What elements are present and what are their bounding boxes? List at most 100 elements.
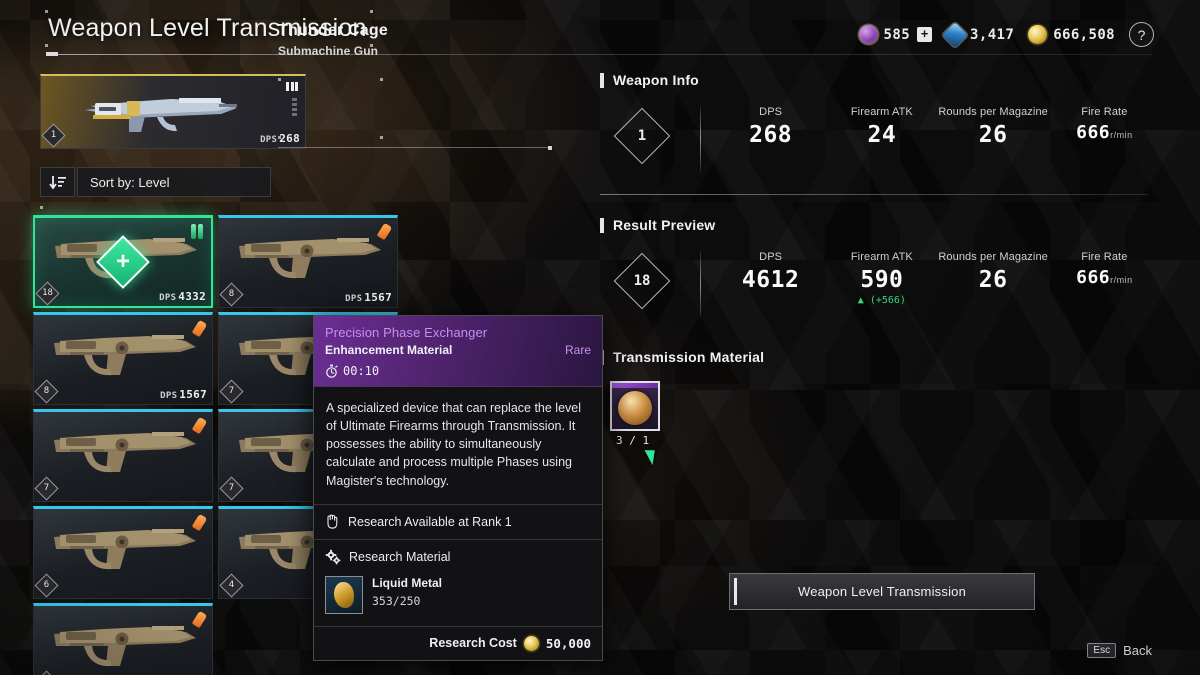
stat-unit: r/min [1110,275,1133,285]
weapon-thumbnail-icon [54,529,196,570]
tooltip-cost-row: Research Cost 50,000 [314,627,602,660]
sort-row: Sort by: Level [40,167,271,197]
weapon-grid-item[interactable]: 6 [33,506,213,599]
transmission-material-header: Transmission Material [600,349,1160,365]
stat-value: 24 [867,122,897,148]
result-preview-header: Result Preview [600,217,1160,233]
title-divider [46,52,1152,56]
mod-slot-dots-icon [292,98,297,118]
stat-value: 268 [749,122,793,148]
item-tooltip: Precision Phase Exchanger Enhancement Ma… [313,315,603,661]
weapon-grid-item[interactable]: 8 DPS 1567 [218,215,398,308]
currency-gem[interactable]: 3,417 [942,21,1014,48]
weapon-name-block: Thunder Cage Submachine Gun [278,22,548,58]
weapon-grid-item[interactable]: 18 DPS 4332 + [33,215,213,308]
weapon-name-divider [278,145,552,150]
stat-label: Rounds per Magazine [938,106,1048,118]
stat-value: 666r/min [1076,267,1133,288]
stat-value: 590 [860,267,904,293]
weapon-level-badge: 1 [41,123,66,148]
stat-cell: Rounds per Magazine 26 [938,251,1049,306]
decor-dot [45,44,48,47]
rarity-bar [612,383,658,388]
decor-dot [370,10,373,13]
ammo-indicator-icon [286,82,298,91]
weapon-info-header: Weapon Info [600,72,1160,88]
liquid-metal-icon [325,575,363,614]
ammo-type-green-icon [191,224,203,239]
transmission-material-title: Transmission Material [613,349,765,365]
tooltip-material-entry: Liquid Metal 353/250 [314,574,602,626]
tooltip-research-available-row: Research Available at Rank 1 [314,505,602,539]
tooltip-material-count: 353/250 [372,593,421,608]
result-preview-title: Result Preview [613,217,716,233]
right-panel: Weapon Info 1 DPS 268 Firearm ATK 24 Round… [600,72,1160,447]
tooltip-research-material-row: Research Material [314,540,602,574]
weapon-info-level-badge: 1 [613,107,671,165]
weapon-thumbnail-icon [54,432,196,473]
tooltip-subtitle-row: Enhancement Material Rare [325,343,591,357]
stat-cell: Fire Rate 666r/min [1049,106,1160,148]
grid-item-dps: DPS 1567 [160,388,207,401]
weapon-info-stats: 1 DPS 268 Firearm ATK 24 Rounds per Magazi… [600,106,1160,172]
stat-cell: DPS 4612 [715,251,826,306]
stat-label: DPS [759,106,783,118]
result-preview-stat-list: DPS 4612 Firearm ATK 590 ▲ (+566) Rounds pe… [701,251,1160,306]
grid-item-dps: DPS 4332 [159,290,206,303]
currency-purple-value: 585 [883,26,911,43]
currency-gold[interactable]: 666,508 [1028,25,1115,44]
tooltip-research-available-label: Research Available at Rank 1 [348,514,512,529]
back-hint[interactable]: Esc Back [1087,643,1152,658]
back-label: Back [1123,643,1152,658]
transmission-material-slot[interactable] [610,381,660,431]
help-button[interactable]: ? [1129,22,1154,47]
decor-dot [380,78,383,81]
decor-dot [278,78,281,81]
weapon-grid-item[interactable]: 8 DPS 1567 [33,312,213,405]
gold-coin-icon [1028,25,1048,44]
header: Weapon Level Transmission 585 + 3,417 66… [0,0,1200,62]
tooltip-cost-value: 50,000 [545,635,591,651]
stat-value: 666r/min [1076,122,1133,143]
stat-label: Fire Rate [1081,251,1128,263]
weapon-grid-item[interactable]: 7 [33,409,213,502]
currency-purple[interactable]: 585 + [858,25,933,44]
sort-select[interactable]: Sort by: Level [77,167,271,197]
result-preview-stats: 18 DPS 4612 Firearm ATK 590 ▲ (+566) Rounds… [600,251,1160,317]
weapon-level-transmission-button[interactable]: Weapon Level Transmission [729,573,1035,610]
weapon-info-title: Weapon Info [613,72,699,88]
add-currency-button[interactable]: + [917,27,933,42]
stat-label: DPS [759,251,783,263]
equipped-weapon-card[interactable]: 1 DPS 268 [40,74,306,149]
sort-descending-icon[interactable] [40,167,75,197]
transmission-material-count: 3 / 1 [616,434,650,447]
stat-cell: Fire Rate 666r/min [1049,251,1160,306]
weapon-thumbnail-icon [85,98,237,132]
stat-label: Rounds per Magazine [938,251,1048,263]
weapon-name: Thunder Cage [278,22,388,39]
result-preview-level-badge: 18 [613,252,671,310]
purple-orb-icon [858,25,878,44]
stat-delta: ▲ (+566) [857,295,906,306]
tooltip-cost-label: Research Cost [429,636,517,651]
currency-bar: 585 + 3,417 666,508 ? [858,21,1154,48]
grid-item-dps: DPS 1567 [345,291,392,304]
weapon-thumbnail-icon [54,626,196,667]
section-accent-bar [600,72,604,88]
blue-gem-icon [942,21,968,48]
tooltip-timer-row: 00:10 [325,364,591,378]
stat-cell: Firearm ATK 24 [826,106,937,148]
weapon-grid-item[interactable]: 4 [33,603,213,675]
stat-value: 26 [978,122,1008,148]
esc-key-icon: Esc [1087,643,1117,658]
decor-dot [380,136,383,139]
sort-glyph-icon [49,175,66,189]
material-orb-icon [618,390,652,425]
stat-label: Firearm ATK [850,251,913,263]
gears-icon [325,549,341,564]
decor-dot [45,10,48,13]
tooltip-description: A specialized device that can replace th… [326,401,582,488]
tooltip-timer-value: 00:10 [343,364,380,378]
tooltip-material-name: Liquid Metal [372,575,442,590]
stat-value: 4612 [741,267,800,293]
